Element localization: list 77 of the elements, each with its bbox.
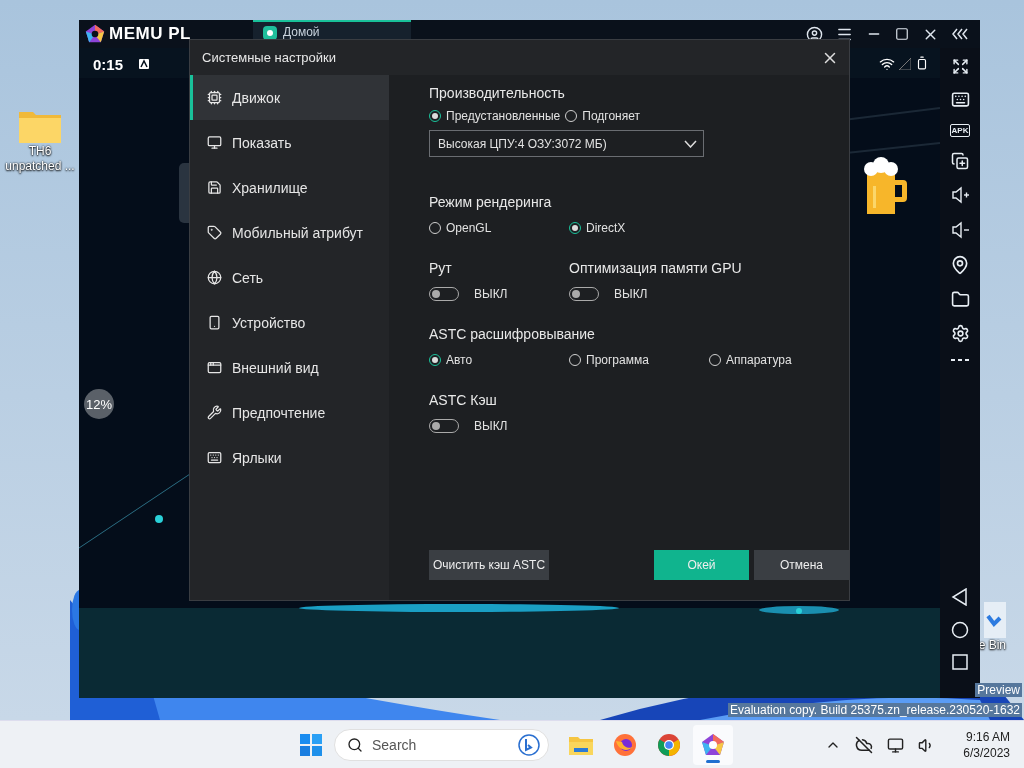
radio-option[interactable]: Подгоняет: [565, 109, 640, 123]
firefox-icon: [613, 733, 637, 757]
sidebar-item[interactable]: Внешний вид: [190, 345, 389, 390]
taskbar-app[interactable]: [693, 725, 733, 765]
sidebar-item[interactable]: Движок: [190, 75, 389, 120]
phone-icon: [207, 315, 222, 330]
location-icon[interactable]: [950, 255, 970, 275]
section-title: Рут: [429, 259, 453, 277]
keyboard-icon[interactable]: [950, 90, 970, 109]
home-icon[interactable]: [951, 621, 969, 639]
status-clock: 0:15: [93, 56, 124, 73]
notification-icon: [139, 59, 149, 69]
wrench-icon: [207, 405, 222, 420]
keyboard-icon: [207, 450, 222, 465]
radio-option[interactable]: Программа: [569, 353, 709, 367]
dialog-button[interactable]: Отмена: [754, 550, 849, 580]
chrome-icon: [657, 733, 681, 757]
battery-icon: [915, 56, 929, 70]
toggle-state: ВЫКЛ: [614, 287, 648, 301]
sidebar-item[interactable]: Сеть: [190, 255, 389, 300]
dialog-button[interactable]: Очистить кэш ASTC: [429, 550, 550, 580]
settings-icon[interactable]: [950, 324, 970, 343]
folder-icon: [568, 734, 594, 756]
memu-icon: [701, 733, 725, 757]
section-title: ASTC расшифровывание: [429, 325, 596, 343]
collapse-icon[interactable]: [952, 28, 970, 40]
signal-icon: [899, 58, 911, 70]
sidebar-item[interactable]: Устройство: [190, 300, 389, 345]
recycle-bin-label[interactable]: e Bin: [978, 638, 1006, 653]
app-logo: MEMU PL: [109, 24, 191, 44]
bing-icon: [518, 734, 540, 756]
chip-icon: [207, 90, 222, 105]
section-title: ASTC Кэш: [429, 391, 498, 409]
window-icon: [207, 360, 222, 375]
section-title: Оптимизация памяти GPU: [569, 259, 742, 277]
clock[interactable]: 9:16 AM 6/3/2023: [963, 729, 1010, 761]
build-notice: Preview: [975, 683, 1022, 697]
volume-down-icon[interactable]: [950, 220, 970, 240]
windows-start-icon[interactable]: [300, 734, 322, 756]
sidebar-item[interactable]: Мобильный атрибут: [190, 210, 389, 255]
back-icon[interactable]: [951, 588, 969, 606]
side-handle: [179, 163, 189, 223]
volume-up-icon[interactable]: [950, 185, 970, 205]
apk-icon[interactable]: APK: [949, 124, 971, 137]
folder-icon[interactable]: [950, 290, 970, 309]
search-field[interactable]: Search: [334, 729, 549, 761]
dialog-title: Системные настройки: [202, 50, 337, 65]
radio-option[interactable]: OpenGL: [429, 221, 569, 235]
network-icon[interactable]: [887, 736, 905, 754]
monitor-icon: [207, 135, 222, 150]
sidebar-item[interactable]: Показать: [190, 120, 389, 165]
radio-option[interactable]: Аппаратура: [709, 353, 849, 367]
radio-option[interactable]: DirectX: [569, 221, 709, 235]
cloud-off-icon[interactable]: [855, 736, 874, 754]
fullscreen-icon[interactable]: [951, 58, 969, 75]
app-icon: [263, 26, 277, 40]
memu-logo-icon: [85, 24, 105, 44]
globe-icon: [207, 270, 222, 285]
recents-icon[interactable]: [952, 654, 968, 670]
sidebar-item[interactable]: Предпочтение: [190, 390, 389, 435]
sidebar-item[interactable]: Ярлыки: [190, 435, 389, 480]
radio-option[interactable]: Предустановленные: [429, 109, 561, 123]
section-title: Производительность: [429, 84, 566, 102]
tag-icon: [207, 225, 222, 240]
toggle-state: ВЫКЛ: [474, 287, 508, 301]
sidebar-item[interactable]: Хранилище: [190, 165, 389, 210]
toggle-state: ВЫКЛ: [474, 419, 508, 433]
chevron-down-icon: [684, 139, 697, 148]
section-title: Режим рендеринга: [429, 193, 553, 211]
wifi-icon: [879, 56, 895, 72]
build-notice: Evaluation copy. Build 25375.zn_release.230520-1632: [728, 703, 1022, 717]
more-icon[interactable]: [950, 358, 970, 362]
maximize-icon[interactable]: [895, 27, 909, 41]
multi-window-icon[interactable]: [951, 152, 969, 170]
search-icon: [347, 737, 363, 753]
radio-option[interactable]: Авто: [429, 353, 569, 367]
preset-dropdown[interactable]: Высокая ЦПУ:4 ОЗУ:3072 МБ): [429, 130, 704, 157]
